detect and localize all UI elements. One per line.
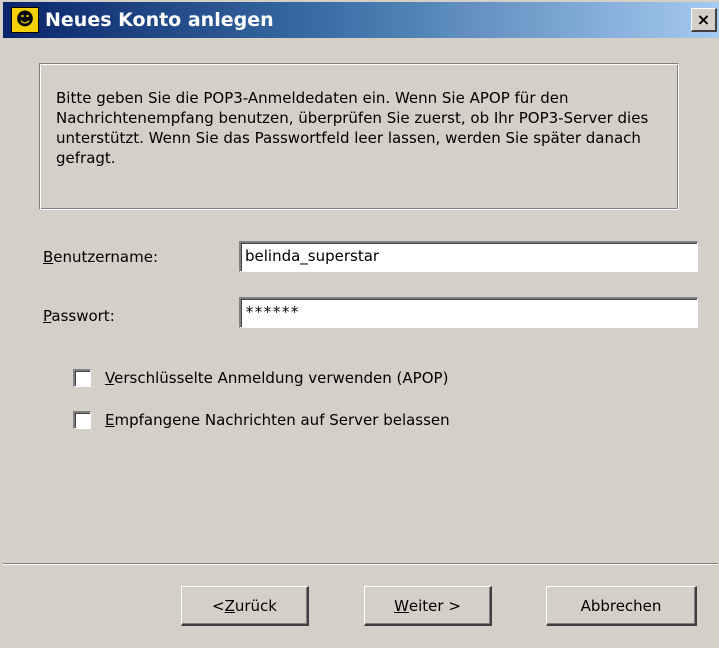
apop-checkbox[interactable] (73, 369, 91, 387)
back-button[interactable]: < Zurück (181, 586, 309, 626)
leave-on-server-label[interactable]: Empfangene Nachrichten auf Server belass… (105, 411, 450, 429)
close-icon: × (696, 9, 711, 29)
window-title: Neues Konto anlegen (45, 9, 274, 31)
username-field[interactable]: belinda_superstar (239, 241, 698, 272)
username-label: Benutzername: (43, 248, 159, 266)
password-field[interactable]: ****** (239, 297, 698, 328)
app-logo-icon: ☻ (11, 7, 39, 33)
dialog-window: ☻ Neues Konto anlegen × Bitte geben Sie … (0, 0, 719, 648)
leave-on-server-checkbox[interactable] (73, 411, 91, 429)
info-text: Bitte geben Sie die POP3-Anmeldedaten ei… (56, 89, 649, 167)
title-bar[interactable]: ☻ Neues Konto anlegen × (3, 2, 719, 38)
apop-label[interactable]: Verschlüsselte Anmeldung verwenden (APOP… (105, 369, 448, 387)
next-button[interactable]: Weiter > (364, 586, 492, 626)
close-button[interactable]: × (691, 8, 717, 32)
apop-option[interactable]: Verschlüsselte Anmeldung verwenden (APOP… (73, 369, 448, 387)
password-label: Passwort: (43, 307, 115, 325)
button-separator (3, 563, 718, 565)
cancel-button[interactable]: Abbrechen (546, 586, 697, 626)
leave-on-server-option[interactable]: Empfangene Nachrichten auf Server belass… (73, 411, 450, 429)
info-panel: Bitte geben Sie die POP3-Anmeldedaten ei… (39, 63, 679, 210)
